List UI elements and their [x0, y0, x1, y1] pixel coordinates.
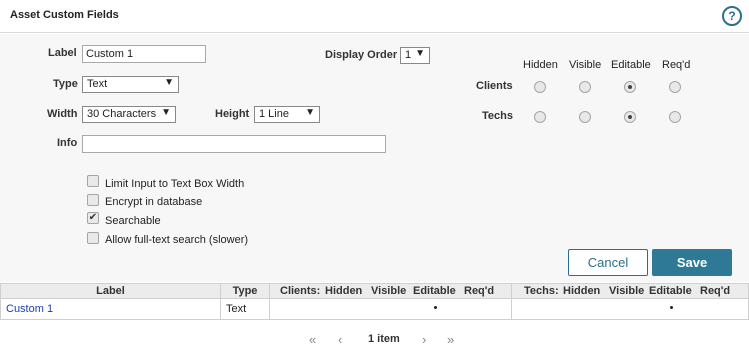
clients-editable-marker	[434, 306, 437, 309]
perm-col-editable: Editable	[611, 59, 651, 71]
encrypt-checkbox[interactable]	[87, 194, 99, 206]
techs-sub-visible: Visible	[609, 285, 645, 297]
height-select[interactable]: 1 Line ▼	[254, 106, 320, 123]
col-header-techs[interactable]: Techs: Hidden Visible Editable Req'd	[511, 283, 749, 299]
searchable-checkbox[interactable]: ✔	[87, 212, 99, 224]
last-page-icon[interactable]: »	[447, 332, 454, 347]
row-type: Text	[226, 303, 247, 315]
window-title: Asset Custom Fields	[10, 9, 119, 21]
next-page-icon[interactable]: ›	[422, 332, 426, 347]
save-button[interactable]: Save	[652, 249, 732, 276]
perm-col-reqd: Req'd	[662, 59, 691, 71]
row-clients-cell	[269, 299, 512, 320]
clients-reqd-radio[interactable]	[669, 81, 681, 93]
clients-sub-visible: Visible	[371, 285, 407, 297]
techs-reqd-radio[interactable]	[669, 111, 681, 123]
type-select[interactable]: Text ▼	[82, 76, 179, 93]
label-field-label: Label	[48, 47, 77, 59]
techs-editable-marker	[670, 306, 673, 309]
limit-input-checkbox[interactable]	[87, 175, 99, 187]
clients-sub-editable: Editable	[413, 285, 456, 297]
height-label: Height	[215, 108, 250, 120]
perm-row-techs: Techs	[482, 110, 513, 122]
display-order-label: Display Order	[325, 49, 398, 61]
chevron-down-icon: ▼	[415, 48, 425, 59]
col-header-clients[interactable]: Clients: Hidden Visible Editable Req'd	[269, 283, 512, 299]
type-label: Type	[53, 78, 78, 90]
help-icon[interactable]: ?	[722, 6, 742, 26]
display-order-value: 1	[405, 49, 412, 61]
clients-editable-radio[interactable]	[624, 81, 636, 93]
techs-hidden-radio[interactable]	[534, 111, 546, 123]
encrypt-label: Encrypt in database	[105, 196, 203, 208]
techs-visible-radio[interactable]	[579, 111, 591, 123]
clients-sub-hidden: Hidden	[325, 285, 363, 297]
display-order-select[interactable]: 1 ▼	[400, 47, 430, 64]
width-label: Width	[47, 108, 78, 120]
type-value: Text	[87, 78, 108, 90]
first-page-icon[interactable]: «	[309, 332, 316, 347]
pager-status: 1 item	[368, 333, 400, 345]
perm-col-visible: Visible	[569, 59, 602, 71]
checkmark-icon: ✔	[88, 212, 98, 223]
techs-editable-radio[interactable]	[624, 111, 636, 123]
width-value: 30 Characters	[87, 108, 157, 120]
row-techs-cell	[511, 299, 749, 320]
window-titlebar: Asset Custom Fields ?	[0, 0, 749, 33]
height-value: 1 Line	[259, 108, 289, 120]
prev-page-icon[interactable]: ‹	[338, 332, 342, 347]
full-text-search-checkbox[interactable]	[87, 232, 99, 244]
techs-sub-hidden: Hidden	[563, 285, 601, 297]
clients-visible-radio[interactable]	[579, 81, 591, 93]
row-type-cell: Text	[220, 299, 270, 320]
limit-input-label: Limit Input to Text Box Width	[105, 178, 245, 190]
pager: « ‹ 1 item › »	[0, 330, 749, 350]
col-header-type[interactable]: Type	[220, 283, 270, 299]
field-editor-panel: Label Display Order 1 ▼ Type Text ▼ Widt…	[0, 34, 749, 282]
perm-row-clients: Clients	[476, 80, 513, 92]
cancel-button[interactable]: Cancel	[568, 249, 648, 276]
clients-header-label: Clients:	[280, 285, 321, 297]
width-select[interactable]: 30 Characters ▼	[82, 106, 176, 123]
table-row[interactable]: Custom 1	[0, 299, 221, 320]
col-header-label[interactable]: Label	[0, 283, 221, 299]
chevron-down-icon: ▼	[164, 77, 174, 88]
clients-sub-reqd: Req'd	[464, 285, 495, 297]
chevron-down-icon: ▼	[305, 107, 315, 118]
searchable-label: Searchable	[105, 215, 161, 227]
clients-hidden-radio[interactable]	[534, 81, 546, 93]
perm-col-hidden: Hidden	[523, 59, 558, 71]
info-label: Info	[57, 137, 78, 149]
full-text-search-label: Allow full-text search (slower)	[105, 234, 249, 246]
techs-header-label: Techs:	[524, 285, 559, 297]
techs-sub-reqd: Req'd	[700, 285, 731, 297]
techs-sub-editable: Editable	[649, 285, 692, 297]
info-input[interactable]	[82, 135, 386, 153]
label-input[interactable]	[82, 45, 206, 63]
row-label-link[interactable]: Custom 1	[6, 303, 53, 315]
chevron-down-icon: ▼	[161, 107, 171, 118]
